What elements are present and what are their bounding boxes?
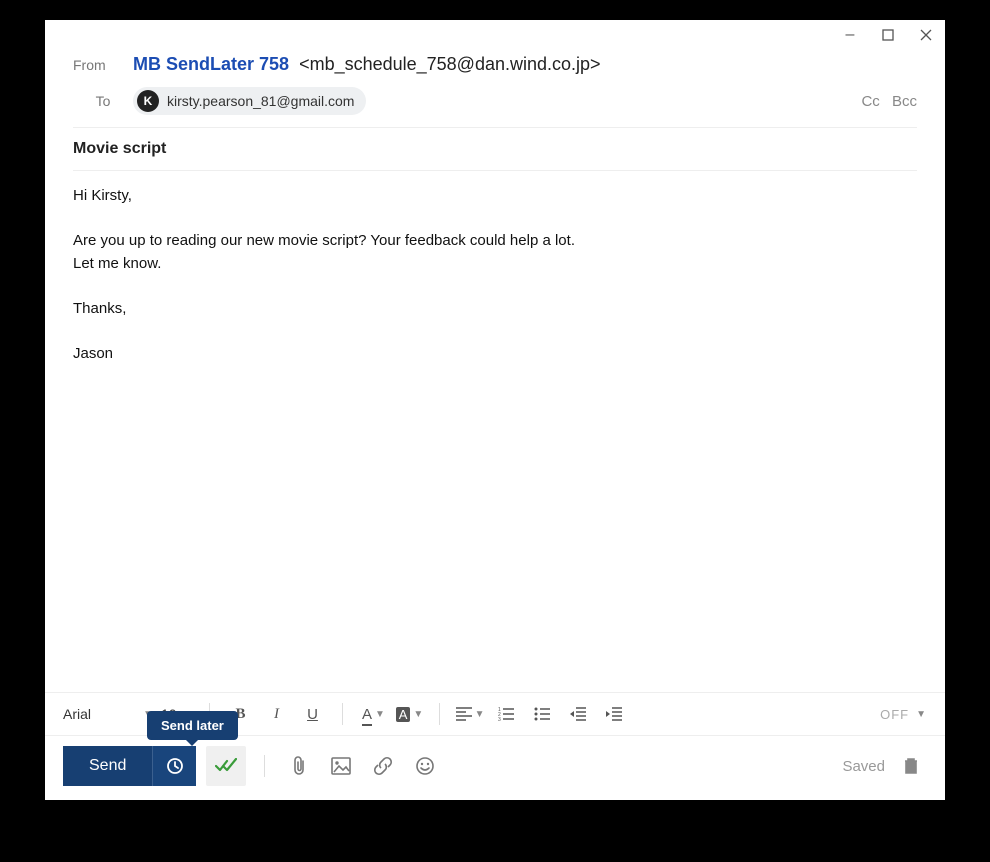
read-receipt-button[interactable] — [206, 746, 246, 786]
header-section: From MB SendLater 758 <mb_schedule_758@d… — [45, 44, 945, 171]
smiley-icon — [415, 756, 435, 776]
separator — [439, 703, 440, 725]
font-color-button[interactable]: A ▼ — [359, 700, 387, 728]
send-later-tooltip: Send later — [147, 711, 238, 740]
separator — [264, 755, 265, 777]
paperclip-icon — [290, 756, 308, 776]
insert-link-button[interactable] — [367, 750, 399, 782]
to-label: To — [73, 93, 133, 109]
chevron-down-icon: ▼ — [916, 709, 927, 720]
from-row: From MB SendLater 758 <mb_schedule_758@d… — [73, 48, 917, 81]
insert-image-button[interactable] — [325, 750, 357, 782]
send-later-button[interactable] — [152, 746, 196, 786]
from-address: <mb_schedule_758@dan.wind.co.jp> — [299, 54, 600, 75]
outdent-button[interactable] — [564, 700, 592, 728]
underline-button[interactable]: U — [298, 700, 326, 728]
maximize-button[interactable] — [879, 26, 897, 44]
align-button[interactable]: ▼ — [456, 700, 484, 728]
numbered-list-button[interactable]: 123 — [492, 700, 520, 728]
subject-row[interactable]: Movie script — [73, 127, 917, 171]
cc-bcc-group: Cc Bcc — [853, 93, 917, 110]
highlight-color-button[interactable]: A ▼ — [395, 700, 423, 728]
cc-button[interactable]: Cc — [861, 93, 879, 110]
separator — [342, 703, 343, 725]
chevron-down-icon: ▼ — [475, 709, 485, 720]
indent-button[interactable] — [600, 700, 628, 728]
saved-status: Saved — [842, 758, 885, 775]
from-name[interactable]: MB SendLater 758 — [133, 54, 289, 75]
attach-button[interactable] — [283, 750, 315, 782]
action-toolbar: Send later Send Saved — [45, 736, 945, 800]
avatar: K — [137, 90, 159, 112]
send-group: Send later Send — [63, 746, 196, 786]
to-row: To K kirsty.pearson_81@gmail.com Cc Bcc — [73, 81, 917, 121]
minimize-button[interactable]: – — [841, 26, 859, 44]
message-body[interactable]: Hi Kirsty, Are you up to reading our new… — [45, 171, 945, 692]
window-titlebar: – — [45, 20, 945, 44]
font-family-select[interactable]: Arial ▼ — [63, 706, 153, 722]
bullet-list-button[interactable] — [528, 700, 556, 728]
from-label: From — [73, 57, 133, 73]
bcc-button[interactable]: Bcc — [892, 93, 917, 110]
saved-status-group: Saved — [842, 750, 927, 782]
recipient-chip[interactable]: K kirsty.pearson_81@gmail.com — [133, 87, 366, 115]
svg-text:3: 3 — [498, 717, 501, 721]
link-icon — [373, 756, 393, 776]
image-icon — [331, 757, 351, 775]
recipient-address: kirsty.pearson_81@gmail.com — [167, 93, 354, 109]
send-button[interactable]: Send — [63, 746, 152, 786]
discard-button[interactable] — [895, 750, 927, 782]
chevron-down-icon: ▼ — [375, 709, 385, 720]
subject-field[interactable]: Movie script — [73, 140, 917, 158]
clock-icon — [166, 757, 184, 775]
trash-icon — [903, 757, 919, 775]
tracking-toggle[interactable]: OFF ▼ — [880, 707, 927, 722]
compose-window: – From MB SendLater 758 <mb_schedule_758… — [45, 20, 945, 800]
close-button[interactable] — [917, 26, 935, 44]
chevron-down-icon: ▼ — [413, 709, 423, 720]
double-check-icon — [215, 758, 237, 774]
italic-button[interactable]: I — [262, 700, 290, 728]
emoji-button[interactable] — [409, 750, 441, 782]
